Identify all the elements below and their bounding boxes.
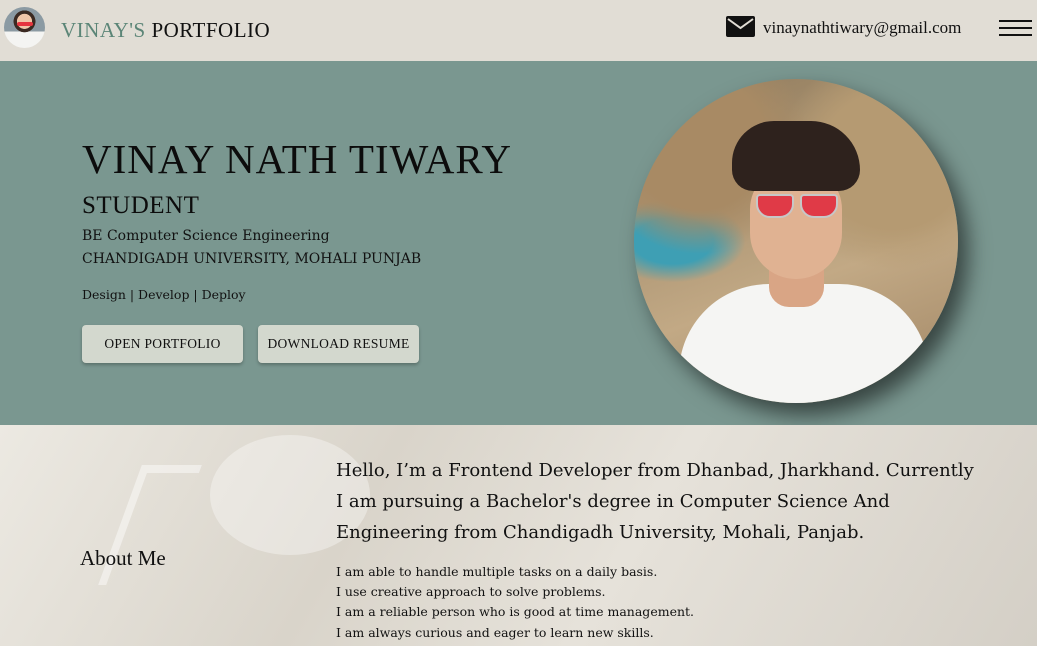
profile-photo	[634, 79, 958, 403]
menu-icon[interactable]	[999, 19, 1032, 37]
hero-name: VINAY NATH TIWARY	[82, 136, 513, 182]
site-header: VINAY'S PORTFOLIO vinaynathtiwary@gmail.…	[0, 0, 1037, 61]
hero-role: STUDENT	[82, 192, 200, 219]
avatar	[4, 7, 45, 48]
about-section: About Me Hello, I’m a Frontend Developer…	[0, 425, 1037, 646]
about-line: I am always curious and eager to learn n…	[336, 625, 654, 640]
about-line: I am a reliable person who is good at ti…	[336, 604, 695, 619]
brand-part2: PORTFOLIO	[151, 18, 271, 42]
hero-university: CHANDIGADH UNIVERSITY, MOHALI PUNJAB	[82, 251, 422, 267]
open-portfolio-button[interactable]: OPEN PORTFOLIO	[82, 325, 243, 363]
site-brand[interactable]: VINAY'S PORTFOLIO	[61, 18, 270, 43]
brand-part1: VINAY'S	[61, 18, 146, 42]
hero-tagline: Design | Develop | Deploy	[82, 287, 246, 302]
email-link[interactable]: vinaynathtiwary@gmail.com	[763, 18, 961, 38]
about-line: I use creative approach to solve problem…	[336, 584, 606, 599]
about-line: I am able to handle multiple tasks on a …	[336, 564, 658, 579]
download-resume-button[interactable]: DOWNLOAD RESUME	[258, 325, 419, 363]
hero-degree: BE Computer Science Engineering	[82, 228, 330, 244]
about-title: About Me	[80, 546, 166, 570]
about-intro: Hello, I’m a Frontend Developer from Dha…	[336, 460, 974, 543]
mail-icon[interactable]	[726, 16, 755, 37]
